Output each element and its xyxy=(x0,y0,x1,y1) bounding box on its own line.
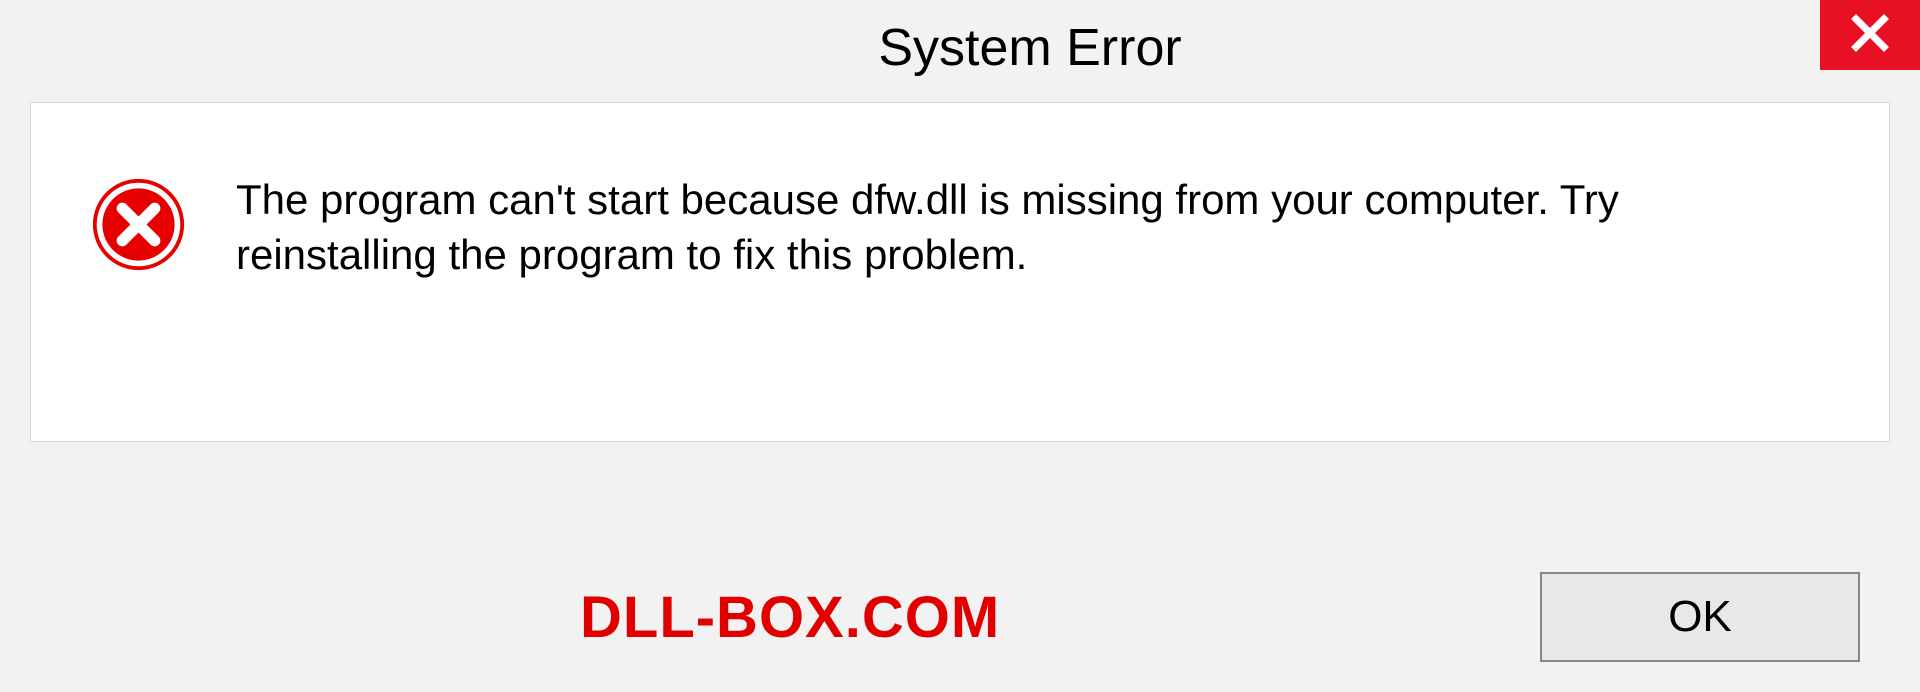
dialog-title: System Error xyxy=(878,18,1181,78)
message-panel: The program can't start because dfw.dll … xyxy=(30,102,1890,442)
footer: DLL-BOX.COM OK xyxy=(0,572,1920,662)
close-button[interactable] xyxy=(1820,0,1920,70)
titlebar: System Error xyxy=(0,0,1920,90)
error-message: The program can't start because dfw.dll … xyxy=(236,173,1829,282)
ok-button-label: OK xyxy=(1668,592,1732,642)
error-icon xyxy=(91,177,186,272)
watermark-text: DLL-BOX.COM xyxy=(580,584,1000,651)
ok-button[interactable]: OK xyxy=(1540,572,1860,662)
close-icon xyxy=(1850,13,1890,58)
